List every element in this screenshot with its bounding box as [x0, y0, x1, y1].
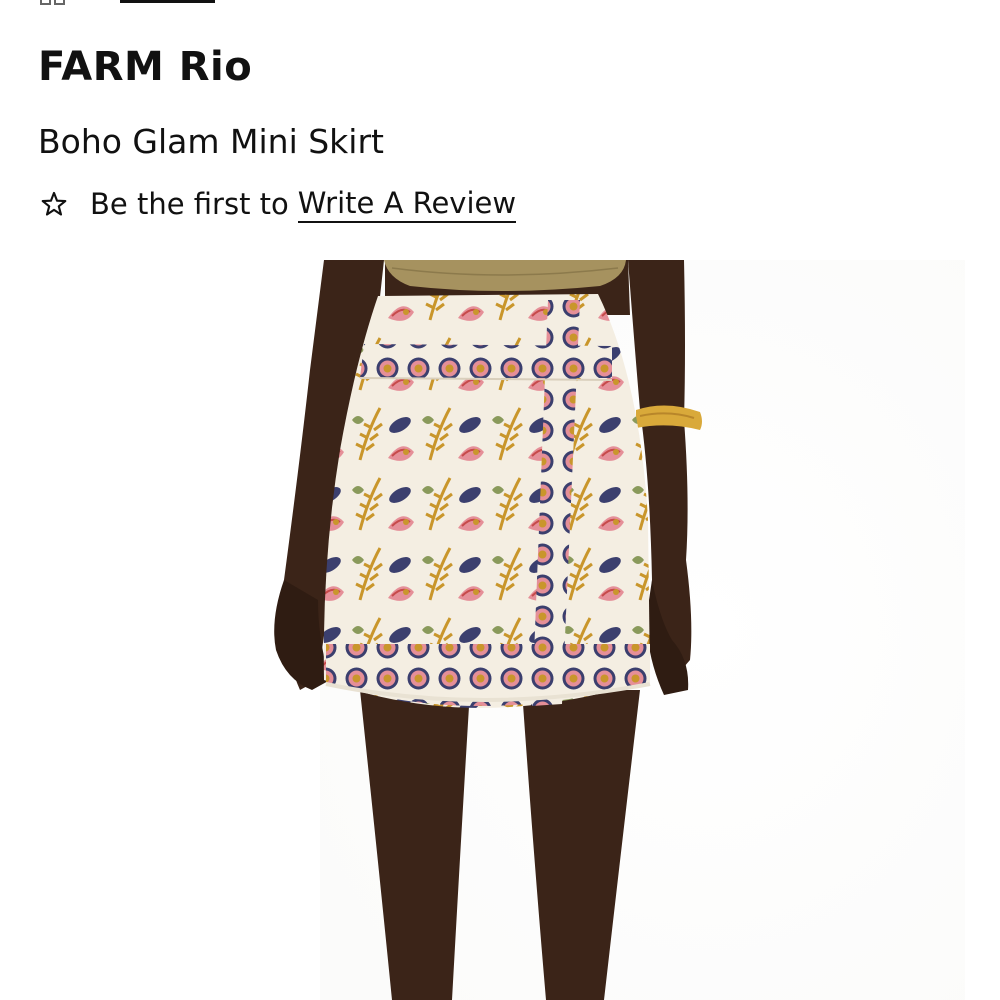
- product-image[interactable]: [0, 260, 1000, 1000]
- star-outline-icon: [41, 191, 67, 216]
- review-row: Be the first to Write A Review: [40, 184, 517, 224]
- write-review-link[interactable]: Write A Review: [297, 186, 517, 223]
- grid-icon[interactable]: [40, 0, 66, 6]
- product-title: Boho Glam Mini Skirt: [38, 122, 384, 161]
- review-prompt: Be the first to: [90, 187, 289, 221]
- product-page: FARM Rio Boho Glam Mini Skirt Be the fir…: [0, 0, 1000, 1000]
- brand-name[interactable]: FARM Rio: [38, 44, 252, 90]
- top-strip: [0, 0, 1000, 10]
- active-tab-underline: [120, 0, 215, 3]
